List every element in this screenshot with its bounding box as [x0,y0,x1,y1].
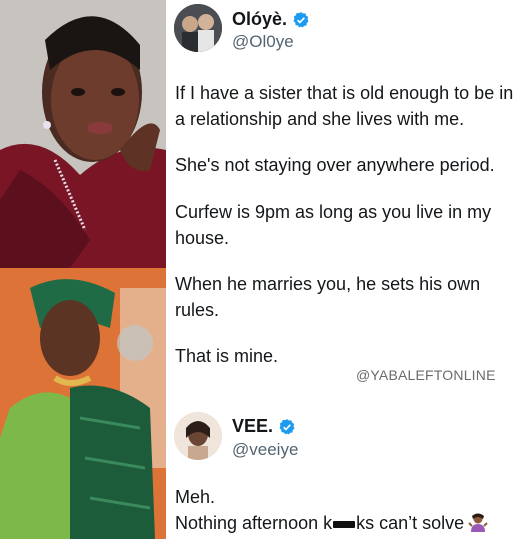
celebrity-photo-top [0,0,166,268]
avatar[interactable] [174,4,222,52]
tweet-paragraph: She's not staying over anywhere period. [175,155,495,175]
verified-badge-icon [292,11,310,29]
celebrity-photo-bottom [0,268,166,539]
tweet-paragraph: If I have a sister that is old enough to… [175,83,514,129]
tweet-paragraph: When he marries you, he sets his own rul… [175,274,481,320]
avatar[interactable] [174,412,222,460]
reply-line: Nothing afternoon k ks can’t solve [175,510,520,536]
reply-text-start: Nothing afternoon k [175,513,333,533]
display-name[interactable]: VEE. [232,416,273,437]
reply-text-end: ks can’t solve [356,513,465,533]
watermark: @YABALEFTONLINE [356,367,496,383]
reply-line: Meh. [175,487,216,507]
verified-badge-icon [278,418,296,436]
display-name[interactable]: Olóyè. [232,9,287,30]
handle[interactable]: @veeiye [232,440,298,460]
tweets-column: Olóyè. @Ol0ye If I have a sister that is… [166,0,526,539]
author-row: VEE. [232,416,296,437]
author-row: Olóyè. [232,9,310,30]
censor-bar [333,520,356,528]
tweet-paragraph: That is mine. [175,346,279,366]
tweet-oloye: Olóyè. @Ol0ye If I have a sister that is… [166,0,526,398]
tweet-paragraph: Curfew is 9pm as long as you live in my … [175,202,492,248]
handle[interactable]: @Ol0ye [232,32,294,52]
woman-shrugging-emoji-icon [468,512,488,532]
tweet-vee: VEE. @veeiye Meh. Nothing afternoon k ks … [166,398,526,539]
